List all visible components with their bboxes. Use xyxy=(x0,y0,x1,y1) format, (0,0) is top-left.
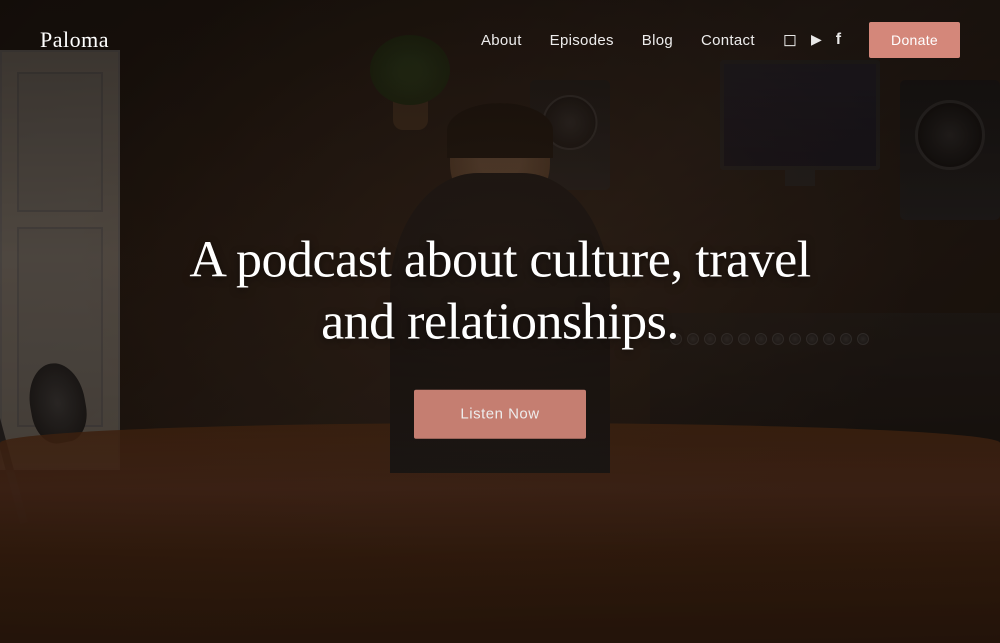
donate-button[interactable]: Donate xyxy=(869,22,960,58)
nav-link-about[interactable]: About xyxy=(481,32,522,49)
youtube-icon[interactable] xyxy=(811,31,822,49)
main-nav: Paloma About Episodes Blog Contact Donat… xyxy=(0,0,1000,80)
hero-title: A podcast about culture, travel and rela… xyxy=(150,229,850,354)
nav-link-contact[interactable]: Contact xyxy=(701,32,755,49)
site-logo[interactable]: Paloma xyxy=(40,27,109,53)
hero-section: Paloma About Episodes Blog Contact Donat… xyxy=(0,0,1000,643)
instagram-icon[interactable] xyxy=(783,30,797,50)
nav-link-episodes[interactable]: Episodes xyxy=(550,32,614,49)
nav-link-blog[interactable]: Blog xyxy=(642,32,673,49)
hero-content: A podcast about culture, travel and rela… xyxy=(150,229,850,439)
facebook-icon[interactable] xyxy=(836,31,841,49)
listen-now-button[interactable]: Listen Now xyxy=(414,390,585,439)
nav-right: About Episodes Blog Contact Donate xyxy=(481,22,960,58)
social-icons xyxy=(783,30,841,50)
